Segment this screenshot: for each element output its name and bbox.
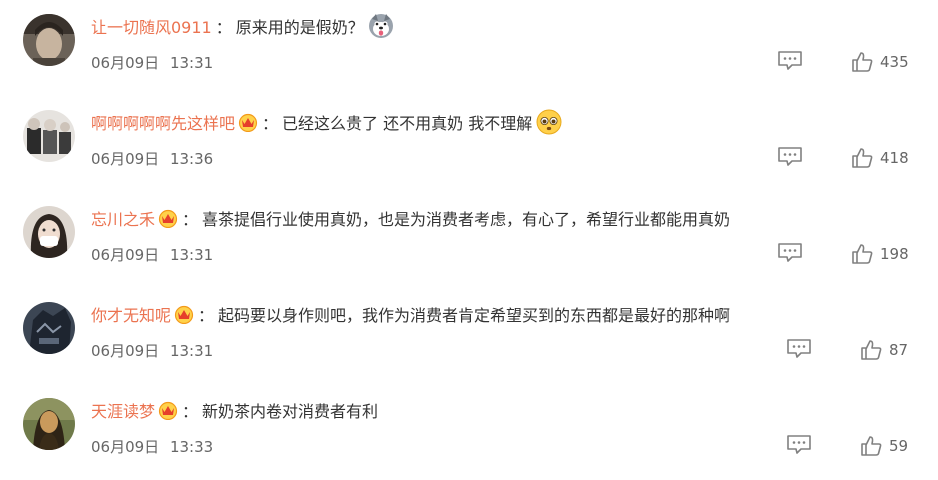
thumbs-up-icon: [861, 436, 882, 456]
vip-crown-icon[interactable]: [158, 208, 178, 229]
username-link[interactable]: 忘川之禾: [91, 206, 155, 230]
comment-timestamp: 06月09日 13:31: [91, 52, 213, 73]
comment-item: 你才无知呢 ： 起码要以身作则吧，我作为消费者肯定希望买到的东西都是最好的那种啊…: [0, 288, 938, 384]
comment-date: 06月09日: [91, 438, 160, 456]
pleading-face-emoji-icon: [536, 109, 562, 135]
like-count: 435: [880, 53, 909, 71]
comment-timestamp: 06月09日 13:36: [91, 148, 213, 169]
colon: ：: [182, 210, 199, 229]
comment-reply-icon: [778, 243, 802, 262]
like-button[interactable]: 418: [851, 146, 909, 170]
comment-text: 原来用的是假奶？: [235, 18, 364, 37]
avatar[interactable]: [23, 110, 75, 162]
avatar[interactable]: [23, 206, 75, 258]
thumbs-up-icon: [852, 148, 873, 168]
comment-time: 13:33: [169, 438, 214, 456]
like-button[interactable]: 87: [860, 338, 908, 362]
colon: ：: [262, 114, 279, 133]
colon: ：: [215, 18, 232, 37]
comment-timestamp: 06月09日 13:33: [91, 436, 213, 457]
comment-item: 让一切随风0911 ： 原来用的是假奶？ 06月09日 13:31 435: [0, 0, 938, 96]
comment-reply-icon: [778, 51, 802, 70]
thumbs-up-icon: [852, 52, 873, 72]
like-button[interactable]: 435: [851, 50, 909, 74]
comment-time: 13:31: [169, 246, 214, 264]
username-link[interactable]: 让一切随风0911: [91, 14, 212, 38]
husky-emoji-icon: [368, 13, 394, 39]
comment-reply-icon: [778, 147, 802, 166]
comment-text: 新奶茶内卷对消费者有利: [202, 402, 379, 421]
reply-button[interactable]: [786, 434, 812, 456]
like-count: 87: [889, 341, 909, 359]
comment-line: 啊啊啊啊啊先这样吧 ： 已经这么贵了 还不用真奶 我不理解: [91, 109, 562, 135]
username-link[interactable]: 你才无知呢: [91, 302, 171, 326]
comment-time: 13:31: [169, 54, 214, 72]
comment-line: 天涯读梦 ： 新奶茶内卷对消费者有利: [91, 398, 378, 422]
colon: ：: [182, 402, 199, 421]
comment-date: 06月09日: [91, 150, 160, 168]
comment-reply-icon: [787, 339, 811, 358]
comment-line: 忘川之禾 ： 喜茶提倡行业使用真奶，也是为消费者考虑，有心了，希望行业都能用真奶: [91, 206, 730, 230]
username-link[interactable]: 天涯读梦: [91, 398, 155, 422]
username-link[interactable]: 啊啊啊啊啊先这样吧: [91, 110, 235, 134]
avatar[interactable]: [23, 302, 75, 354]
comment-timestamp: 06月09日 13:31: [91, 340, 213, 361]
thumbs-up-icon: [861, 340, 882, 360]
colon: ：: [198, 306, 215, 325]
like-count: 59: [889, 437, 909, 455]
avatar[interactable]: [23, 14, 75, 66]
comment-text: 已经这么贵了 还不用真奶 我不理解: [282, 114, 533, 133]
comment-line: 你才无知呢 ： 起码要以身作则吧，我作为消费者肯定希望买到的东西都是最好的那种啊: [91, 302, 730, 326]
comment-text: 起码要以身作则吧，我作为消费者肯定希望买到的东西都是最好的那种啊: [218, 306, 731, 325]
vip-crown-icon[interactable]: [238, 112, 258, 133]
comment-item: 忘川之禾 ： 喜茶提倡行业使用真奶，也是为消费者考虑，有心了，希望行业都能用真奶…: [0, 192, 938, 288]
comment-time: 13:36: [169, 150, 214, 168]
vip-crown-icon[interactable]: [174, 304, 194, 325]
comment-line: 让一切随风0911 ： 原来用的是假奶？: [91, 14, 394, 38]
comment-date: 06月09日: [91, 342, 160, 360]
comment-reply-icon: [787, 435, 811, 454]
like-count: 198: [880, 245, 909, 263]
comment-date: 06月09日: [91, 246, 160, 264]
reply-button[interactable]: [786, 338, 812, 360]
avatar[interactable]: [23, 398, 75, 450]
comment-text: 喜茶提倡行业使用真奶，也是为消费者考虑，有心了，希望行业都能用真奶: [202, 210, 731, 229]
reply-button[interactable]: [777, 146, 803, 168]
vip-crown-icon[interactable]: [158, 400, 178, 421]
comment-item: 天涯读梦 ： 新奶茶内卷对消费者有利 06月09日 13:33 59: [0, 384, 938, 480]
reply-button[interactable]: [777, 50, 803, 72]
comment-item: 啊啊啊啊啊先这样吧 ： 已经这么贵了 还不用真奶 我不理解 06月09日 13:…: [0, 96, 938, 192]
like-button[interactable]: 198: [851, 242, 909, 266]
comment-date: 06月09日: [91, 54, 160, 72]
thumbs-up-icon: [852, 244, 873, 264]
like-count: 418: [880, 149, 909, 167]
comment-timestamp: 06月09日 13:31: [91, 244, 213, 265]
comment-time: 13:31: [169, 342, 214, 360]
like-button[interactable]: 59: [860, 434, 908, 458]
reply-button[interactable]: [777, 242, 803, 264]
